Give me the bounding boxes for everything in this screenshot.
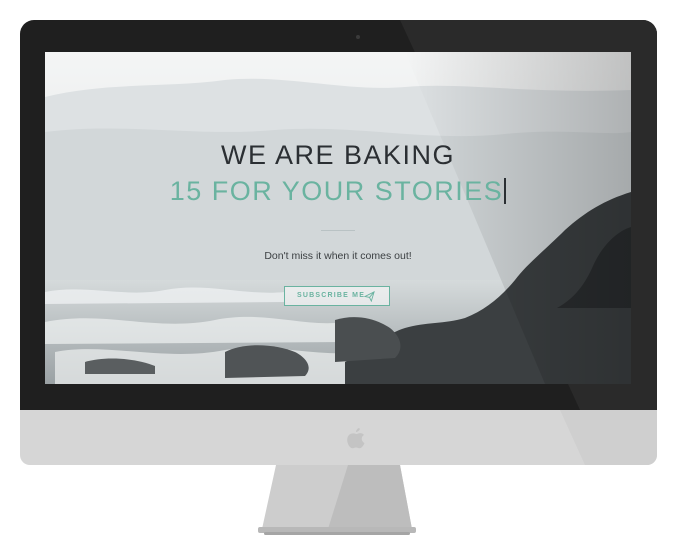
apple-logo-icon <box>347 428 365 449</box>
headline-line-1: WE ARE BAKING <box>45 140 631 171</box>
monitor-chin <box>20 410 657 465</box>
subscribe-button[interactable]: SUBSCRIBE ME <box>284 286 390 306</box>
tagline: Don't miss it when it comes out! <box>264 250 412 262</box>
headline-line-1-text: WE ARE BAKING <box>220 140 456 170</box>
chin-shade <box>560 410 657 465</box>
screen: WE ARE BAKING 15 FOR YOUR STORIES Don't … <box>45 52 631 384</box>
subscribe-button-label: SUBSCRIBE ME <box>297 292 366 299</box>
monitor-stand <box>258 465 416 535</box>
typing-caret <box>504 178 507 204</box>
camera-dot <box>356 35 360 39</box>
headline-line-2: 15 FOR YOUR STORIES <box>45 176 631 207</box>
headline-line-2-text: 15 FOR YOUR STORIES <box>169 176 504 206</box>
paper-plane-icon <box>364 291 375 302</box>
divider <box>321 230 355 231</box>
hero-section: WE ARE BAKING 15 FOR YOUR STORIES Don't … <box>45 52 631 384</box>
monitor-mockup: WE ARE BAKING 15 FOR YOUR STORIES Don't … <box>0 0 677 544</box>
